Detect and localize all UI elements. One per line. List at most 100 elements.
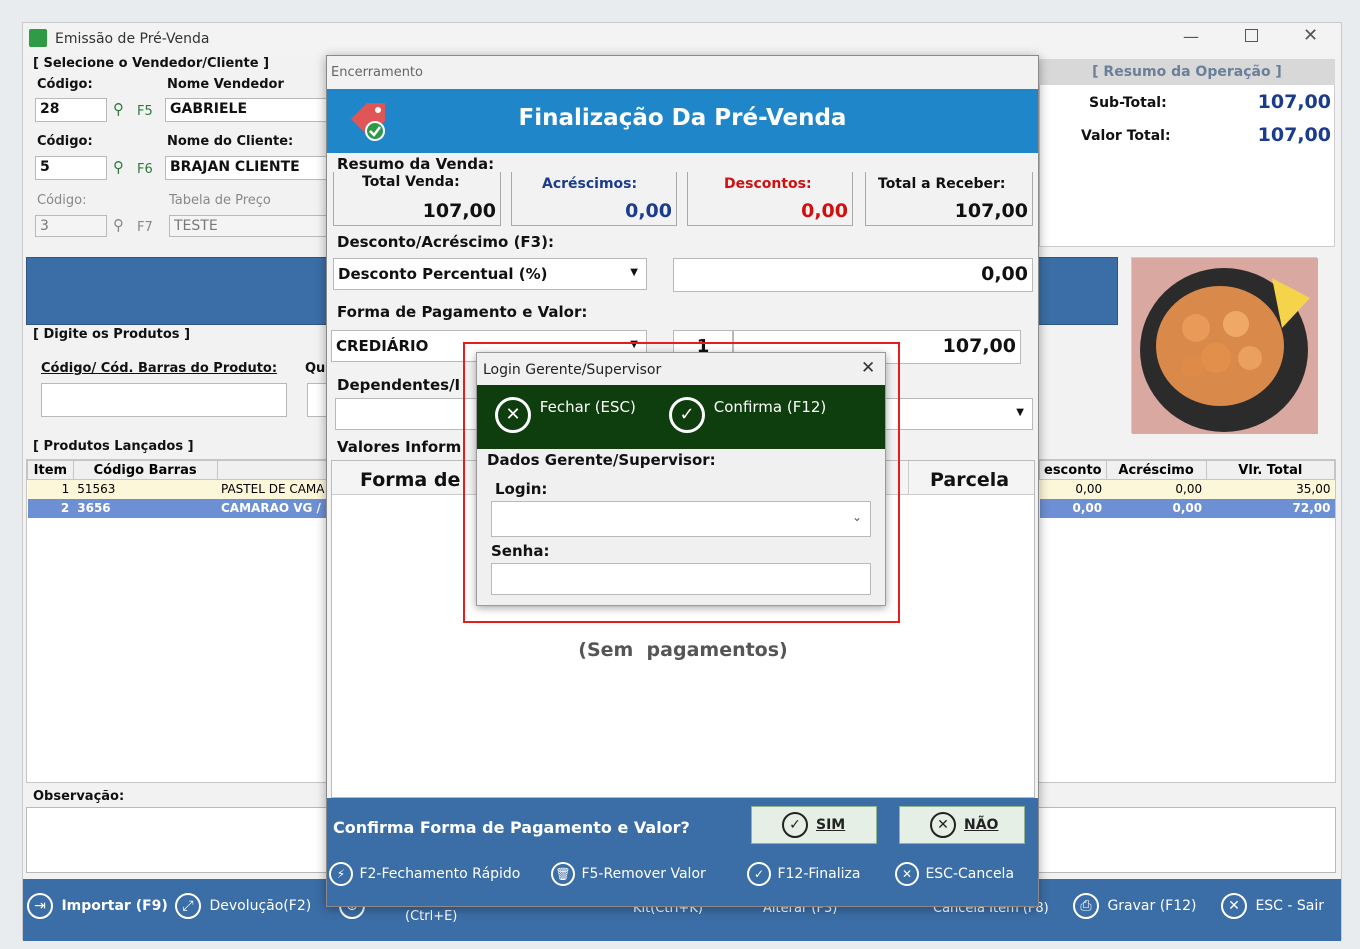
row-desconto: 0,00 <box>1075 482 1103 497</box>
row-description: PASTEL DE CAMA <box>221 482 325 497</box>
login-toolbar: ✕ Fechar (ESC) ✓ Confirma (F12) <box>477 385 885 449</box>
ctrl-e-label: (Ctrl+E) <box>405 909 458 924</box>
login-select[interactable]: ⌄ <box>491 501 871 537</box>
vendor-code-input[interactable]: 28 <box>35 98 107 122</box>
return-icon: ⤢ <box>175 893 201 919</box>
row-description: CAMARAO VG / <box>221 501 321 515</box>
senha-label: Senha: <box>491 542 550 560</box>
client-fkey: F6 <box>137 162 153 177</box>
row-total: 35,00 <box>1296 482 1331 497</box>
total-receber-value: 107,00 <box>954 200 1028 222</box>
subtotal-label: Sub-Total: <box>1089 95 1167 111</box>
digite-produtos-title: [ Digite os Produtos ] <box>33 327 191 342</box>
finalizacao-header: Finalização Da Pré-Venda <box>327 89 1038 153</box>
valores-informados-label: Valores Inform <box>337 438 462 456</box>
desconto-valor-input[interactable]: 0,00 <box>673 258 1033 292</box>
senha-input[interactable] <box>491 563 871 595</box>
resumo-venda-label: Resumo da Venda: <box>337 155 495 173</box>
vendor-name-label: Nome Vendedor <box>167 77 284 92</box>
fechar-label: Fechar (ESC) <box>539 398 636 416</box>
col-desconto[interactable]: esconto <box>1039 460 1107 480</box>
col-acrescimo[interactable]: Acréscimo <box>1105 460 1207 480</box>
exit-icon: ✕ <box>1221 893 1247 919</box>
close-icon[interactable]: ✕ <box>861 358 875 378</box>
f5-shortcut[interactable]: 🗑 F5-Remover Valor <box>551 862 706 886</box>
total-venda-box: Total Venda: 107,00 <box>333 172 501 226</box>
table-row[interactable]: 1 51563 PASTEL DE CAMA <box>27 479 329 499</box>
sair-button[interactable]: ✕ ESC - Sair <box>1221 893 1324 919</box>
resumo-title: [ Resumo da Operação ] <box>1039 59 1335 85</box>
client-code-input[interactable]: 5 <box>35 156 107 180</box>
check-circle-icon: ✓ <box>669 397 705 433</box>
desconto-tipo-select[interactable]: Desconto Percentual (%) ▼ <box>333 258 647 290</box>
f2-shortcut[interactable]: ⚡ F2-Fechamento Rápido <box>329 862 520 886</box>
col-divider <box>908 461 909 495</box>
row-barcode: 51563 <box>77 482 116 497</box>
import-icon: ⇥ <box>27 893 53 919</box>
fechar-button[interactable]: ✕ Fechar (ESC) <box>495 397 636 433</box>
save-icon: ⎙ <box>1073 893 1099 919</box>
product-image <box>1131 257 1318 434</box>
price-table-code-input[interactable]: 3 <box>35 215 107 237</box>
subtotal-value: 107,00 <box>1257 91 1331 113</box>
f12-shortcut[interactable]: ✓ F12-Finaliza <box>747 862 860 886</box>
col-barcode[interactable]: Código Barras <box>72 460 218 480</box>
gravar-label: Gravar (F12) <box>1107 898 1197 914</box>
table-row-selected[interactable]: 2 3656 CAMARAO VG / <box>27 498 329 518</box>
quantity-label: Qu <box>305 361 326 376</box>
confirma-label: Confirma (F12) <box>713 398 827 416</box>
close-circle-icon: ✕ <box>495 397 531 433</box>
confirma-button[interactable]: ✓ Confirma (F12) <box>669 397 826 433</box>
esc-label: ESC-Cancela <box>925 866 1015 882</box>
sim-button[interactable]: ✓ SIM <box>751 806 877 844</box>
forma-pagamento-label: Forma de Pagamento e Valor: <box>337 303 588 321</box>
client-search-icon[interactable]: ⚲ <box>113 158 124 176</box>
esc-shortcut[interactable]: ✕ ESC-Cancela <box>895 862 1014 886</box>
devolucao-button[interactable]: ⤢ Devolução(F2) <box>175 893 311 919</box>
minimize-icon[interactable]: — <box>1183 27 1199 46</box>
gravar-button[interactable]: ⎙ Gravar (F12) <box>1073 893 1197 919</box>
chevron-down-icon: ▼ <box>1016 407 1024 418</box>
client-name-label: Nome do Cliente: <box>167 134 294 149</box>
produtos-lancados-title: [ Produtos Lançados ] <box>33 439 194 454</box>
col-forma[interactable]: Forma de <box>360 469 460 491</box>
acrescimos-value: 0,00 <box>625 200 672 222</box>
vendor-search-icon[interactable]: ⚲ <box>113 100 124 118</box>
title-bar: Emissão de Pré-Venda — ✕ <box>23 23 1341 55</box>
importar-button[interactable]: ⇥ Importar (F9) <box>27 893 168 919</box>
nao-label: NÃO <box>964 817 999 833</box>
confirma-question: Confirma Forma de Pagamento e Valor? <box>333 818 690 837</box>
nao-button[interactable]: ✕ NÃO <box>899 806 1025 844</box>
barcode-input[interactable] <box>41 383 287 417</box>
total-receber-box: Total a Receber: 107,00 <box>865 172 1033 226</box>
close-icon: ✕ <box>895 862 919 886</box>
row-total: 72,00 <box>1292 501 1331 515</box>
col-description[interactable] <box>216 460 329 480</box>
vendor-name-field: GABRIELE <box>165 98 327 122</box>
col-parcela[interactable]: Parcela <box>930 469 1009 491</box>
resumo-panel <box>1039 59 1335 247</box>
col-item[interactable]: Item <box>27 460 74 480</box>
row-desconto: 0,00 <box>1072 501 1103 515</box>
app-icon <box>29 29 47 47</box>
confirm-bar: Confirma Forma de Pagamento e Valor? ✓ S… <box>327 798 1038 906</box>
maximize-icon[interactable] <box>1245 29 1258 42</box>
acrescimos-label: Acréscimos: <box>542 176 638 192</box>
vendor-section-title: [ Selecione o Vendedor/Cliente ] <box>33 56 270 71</box>
close-icon[interactable]: ✕ <box>1303 25 1318 46</box>
login-label: Login: <box>495 480 548 498</box>
f2-label: F2-Fechamento Rápido <box>359 866 521 882</box>
table-row-selected[interactable]: 0,00 0,00 72,00 <box>1039 498 1335 518</box>
client-code-label: Código: <box>37 134 93 149</box>
price-table-fkey: F7 <box>137 220 153 235</box>
row-item: 2 <box>60 501 70 515</box>
col-total[interactable]: Vlr. Total <box>1205 460 1336 480</box>
valortotal-label: Valor Total: <box>1081 128 1171 144</box>
descontos-label: Descontos: <box>724 176 812 192</box>
importar-label: Importar (F9) <box>61 898 168 914</box>
client-name-field: BRAJAN CLIENTE <box>165 156 327 180</box>
table-row[interactable]: 0,00 0,00 35,00 <box>1039 479 1335 499</box>
cancel-circle-icon: ✕ <box>930 812 956 838</box>
devolucao-label: Devolução(F2) <box>209 898 312 914</box>
price-table-search-icon[interactable]: ⚲ <box>113 216 124 234</box>
